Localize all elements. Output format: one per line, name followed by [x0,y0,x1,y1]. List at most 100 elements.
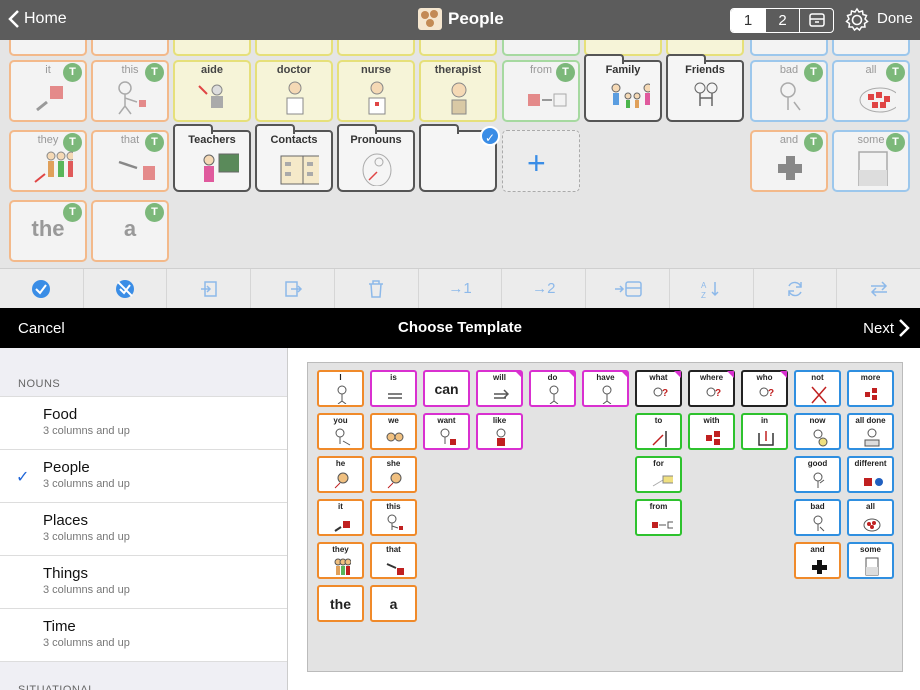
plus-sign-icon [778,156,802,180]
board-cell-bad[interactable]: bad T [750,60,828,122]
board-cell[interactable] [9,40,87,56]
board-cell-they[interactable]: they T [9,130,87,192]
template-item-things[interactable]: Things 3 columns and up [0,555,287,608]
preview-cell: it [317,499,364,536]
board-folder-teachers[interactable]: Teachers [173,124,251,192]
cancel-button[interactable]: Cancel [18,320,65,337]
template-item-places[interactable]: Places 3 columns and up [0,502,287,555]
board-folder-pronouns[interactable]: Pronouns [337,124,415,192]
page-2-button[interactable]: 2 [765,9,799,32]
board-cell-therapist[interactable]: therapist [419,60,497,122]
thumbs-down-icon [780,82,801,111]
folder-page-button[interactable] [799,9,833,32]
glass-icon [858,151,888,186]
check-circle-icon [32,279,51,298]
teacher-icon [203,153,239,182]
board-folder-new[interactable]: ✓ [419,124,500,192]
board-title-text: People [448,9,504,28]
import-button[interactable] [166,269,250,308]
navbar-title: Choose Template [398,319,522,336]
board-cell-a[interactable]: a T [91,200,169,262]
text-badge-icon: T [63,203,82,222]
board-cell-and[interactable]: and T [750,130,828,192]
board-cell[interactable] [832,40,910,56]
preview-cell: that [370,542,417,579]
board-cell-doctor[interactable]: doctor [255,60,333,122]
next-button[interactable]: Next [863,318,910,338]
template-name: People [43,459,90,476]
all-items-icon [859,87,896,113]
template-subtitle: 3 columns and up [43,584,130,596]
page-1-button[interactable]: 1 [731,9,765,32]
cell-label: aide [200,64,223,76]
contacts-book-icon [280,155,319,185]
preview-cell: from [635,499,682,536]
pronoun-person-icon [362,153,392,186]
board-cell[interactable] [419,40,497,56]
board-cell[interactable] [337,40,415,56]
board-cell-some[interactable]: some T [832,130,910,192]
cell-label: nurse [361,64,391,76]
move-to-folder-button[interactable] [585,269,669,308]
board-cell-from[interactable]: from T [502,60,580,122]
cell-label: Pronouns [350,134,402,146]
swap-button[interactable] [836,269,920,308]
home-label: Home [24,10,67,27]
preview-cell: the [317,585,364,622]
preview-cell: I [317,370,364,407]
group-icon [34,151,73,183]
move-to-page-2-button[interactable]: →2 [501,269,585,308]
template-name: Places [43,512,89,529]
board-folder-friends[interactable]: Friends [666,54,744,122]
home-button[interactable]: Home [8,9,67,29]
board-cell[interactable] [173,40,251,56]
preview-cell: not [794,370,841,407]
board-cell-the[interactable]: the T [9,200,87,262]
template-item-people[interactable]: ✓ People 3 columns and up [0,449,287,502]
preview-cell: she [370,456,417,493]
from-arrow-icon [528,93,567,107]
svg-text:?: ? [768,388,774,399]
deselect-all-button[interactable] [82,269,167,308]
board-cell[interactable] [255,40,333,56]
board-title: People [418,8,504,30]
export-button[interactable] [250,269,334,308]
swap-arrows-icon [870,280,887,297]
preview-cell: is [370,370,417,407]
board-cell[interactable] [502,40,580,56]
board-folder-family[interactable]: Family [584,54,662,122]
template-subtitle: 3 columns and up [43,637,130,649]
template-subtitle: 3 columns and up [43,531,130,543]
board-cell[interactable] [750,40,828,56]
board-cell-this[interactable]: this T [91,60,169,122]
top-bar: Home People 1 2 Done [0,0,920,40]
preview-cell: can [423,370,470,407]
board-cell-it[interactable]: it T [9,60,87,122]
pointing-hand-icon [36,86,63,112]
template-list: NOUNS Food 3 columns and up ✓ People 3 c… [0,348,288,690]
refresh-button[interactable] [752,269,837,308]
cell-label: Contacts [270,134,318,146]
add-button-cell[interactable]: + [502,130,580,192]
text-badge-icon: T [804,63,823,82]
board-cell-that[interactable]: that T [91,130,169,192]
board-cell-nurse[interactable]: nurse [337,60,415,122]
select-all-button[interactable] [0,269,83,308]
sort-button[interactable]: AZ [668,269,753,308]
gear-icon[interactable] [843,6,871,34]
move-to-page-1-button[interactable]: →1 [417,269,502,308]
section-header-nouns: NOUNS [18,378,61,390]
preview-cell: do [529,370,576,407]
board-cell[interactable] [91,40,169,56]
board-cell-aide[interactable]: aide [173,60,251,122]
board-folder-contacts[interactable]: Contacts [255,124,333,192]
person-pointing-icon [118,81,146,115]
preview-cell: like [476,413,523,450]
delete-button[interactable] [333,269,418,308]
preview-cell: with [688,413,735,450]
board-cell-all[interactable]: all T [832,60,910,122]
therapist-icon [451,82,467,115]
done-button[interactable]: Done [877,10,913,27]
template-item-food[interactable]: Food 3 columns and up [0,396,287,449]
template-item-time[interactable]: Time 3 columns and up [0,608,287,661]
